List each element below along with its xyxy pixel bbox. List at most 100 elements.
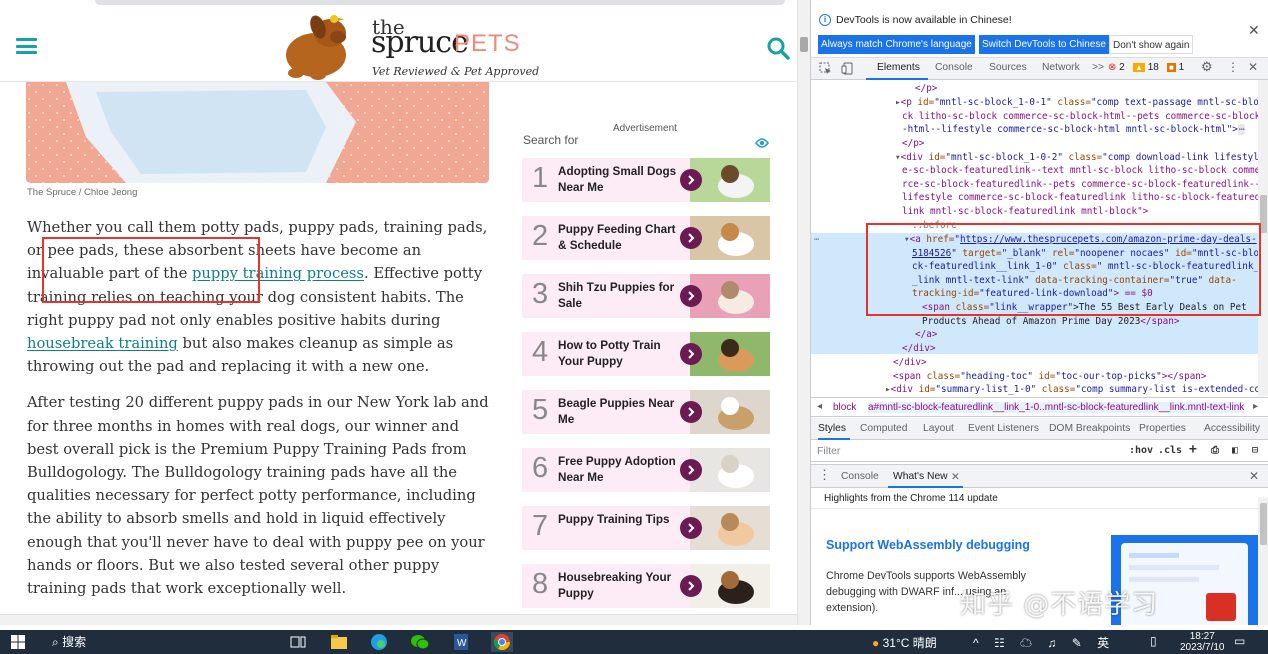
search-result-card[interactable]: 6 Free Puppy Adoption Near Me [522, 448, 770, 492]
tab-sources[interactable]: Sources [989, 62, 1027, 73]
error-count[interactable]: ⊗ 2 [1108, 62, 1125, 73]
file-explorer-icon[interactable] [328, 632, 350, 652]
tab-styles[interactable]: Styles [818, 423, 846, 434]
kebab-menu-icon[interactable]: ⋮ [1227, 60, 1239, 74]
paint-icon[interactable]: ⎙ [1211, 445, 1219, 456]
drawer-tab-console[interactable]: Console [841, 471, 879, 482]
search-result-card[interactable]: 7 Puppy Training Tips [522, 506, 770, 550]
tab-network[interactable]: Network [1042, 62, 1080, 73]
chevron-right-icon[interactable] [680, 343, 702, 365]
chevron-right-icon[interactable] [680, 517, 702, 539]
tab-event-listeners[interactable]: Event Listeners [968, 423, 1039, 434]
drawer-tab-whats-new[interactable]: What's New [893, 471, 948, 482]
breadcrumb-left-arrow-icon[interactable]: ◂ [817, 401, 822, 412]
styles-subtabs: Styles Computed Layout Event Listeners D… [811, 418, 1268, 440]
horizontal-scrollbar[interactable] [0, 614, 797, 625]
inspect-element-icon[interactable] [819, 62, 832, 75]
search-result-card[interactable]: 2 Puppy Feeding Chart & Schedule [522, 216, 770, 260]
switch-chinese-button[interactable]: Switch DevTools to Chinese [979, 35, 1109, 54]
weather-widget[interactable]: ● 31°C 晴朗 [872, 634, 937, 651]
dom-line[interactable]: </div> [902, 342, 936, 356]
chevron-right-icon[interactable] [680, 227, 702, 249]
element-layout-icon[interactable]: ⊟ [1252, 445, 1258, 456]
search-result-card[interactable]: 5 Beagle Puppies Near Me [522, 390, 770, 434]
notification-icon[interactable]: ▯ [1150, 634, 1157, 648]
issues-count[interactable]: ■ 1 [1167, 62, 1184, 73]
ad-choices-icon[interactable] [755, 137, 769, 149]
collapsed-content-button[interactable]: ⋯ [1237, 124, 1246, 135]
dom-line[interactable]: ▸<p id="mntl-sc-block_1-0-1" class="comp… [895, 96, 1258, 110]
warning-count[interactable]: ▲ 18 [1133, 62, 1159, 73]
clock[interactable]: 18:27 2023/7/10 [1180, 631, 1225, 653]
card-label: Adopting Small Dogs Near Me [558, 165, 677, 194]
drawer-menu-icon[interactable]: ⋮ [818, 467, 831, 483]
active-drawer-tab-indicator [888, 486, 963, 488]
dom-line[interactable]: ▸<div id="summary-list_1-0" class="comp … [885, 383, 1258, 396]
site-logo[interactable]: the spruce PETS Vet Reviewed & Pet Appro… [268, 11, 539, 83]
search-result-card[interactable]: 1 Adopting Small Dogs Near Me [522, 158, 770, 202]
device-toolbar-icon[interactable] [841, 62, 854, 75]
dom-line[interactable]: </div> [893, 356, 927, 370]
filter-input[interactable]: Filter [817, 445, 840, 457]
close-tab-icon[interactable]: ✕ [951, 471, 960, 483]
tab-properties[interactable]: Properties [1139, 423, 1186, 434]
action-center-icon[interactable]: ▭ [1234, 634, 1245, 648]
hov-toggle[interactable]: :hov [1129, 445, 1153, 456]
annotation-highlight-box [42, 237, 260, 303]
search-result-card[interactable]: 8 Housebreaking Your Puppy [522, 564, 770, 608]
system-tray-icons[interactable]: ^ ☷ ☁ ♫ ✎ 英 [973, 634, 1115, 651]
chevron-right-icon[interactable] [680, 575, 702, 597]
settings-gear-icon[interactable]: ⚙ [1201, 59, 1213, 75]
breadcrumb-item[interactable]: block [833, 402, 856, 413]
tab-layout[interactable]: Layout [923, 423, 954, 434]
cls-toggle[interactable]: .cls [1158, 445, 1182, 456]
search-icon[interactable] [766, 36, 790, 60]
search-result-card[interactable]: 4 How to Potty Train Your Puppy [522, 332, 770, 376]
scrollbar-thumb[interactable] [1260, 195, 1267, 233]
close-drawer-icon[interactable]: ✕ [1249, 469, 1259, 483]
chevron-right-icon[interactable] [680, 459, 702, 481]
scrollbar-thumb[interactable] [1260, 503, 1267, 545]
dom-line[interactable]: </p> [902, 137, 924, 151]
card-thumbnail [690, 564, 770, 608]
tab-dom-breakpoints[interactable]: DOM Breakpoints [1049, 423, 1130, 434]
whats-new-title[interactable]: Support WebAssembly debugging [826, 538, 1030, 552]
breadcrumb-item-active[interactable]: a#mntl-sc-block-featuredlink__link_1-0..… [868, 402, 1245, 413]
more-tabs-button[interactable]: >> [1092, 62, 1104, 73]
link-housebreak-training[interactable]: housebreak training [27, 335, 178, 352]
dom-line: ck litho-sc-block commerce-sc-block-html… [902, 111, 1258, 122]
taskbar-search[interactable]: ⌕ 搜索 [52, 633, 86, 650]
chevron-right-icon[interactable] [680, 401, 702, 423]
tab-console[interactable]: Console [935, 62, 973, 73]
dom-line[interactable]: <span class="heading-toc" id="toc-our-to… [893, 370, 1206, 384]
scrollbar-thumb[interactable] [800, 37, 808, 52]
close-devtools-icon[interactable]: ✕ [1248, 60, 1258, 74]
tab-accessibility[interactable]: Accessibility [1204, 423, 1260, 434]
menu-icon[interactable] [16, 38, 37, 54]
windows-start-icon[interactable] [11, 635, 25, 649]
add-rule-icon[interactable]: + [1189, 442, 1197, 457]
chevron-right-icon[interactable] [680, 285, 702, 307]
wechat-icon[interactable] [409, 632, 431, 652]
chevron-right-icon[interactable] [680, 169, 702, 191]
dom-attr: class= [1062, 152, 1103, 163]
word-icon[interactable]: W [450, 632, 472, 652]
dom-line[interactable]: </a> [915, 328, 937, 342]
match-language-button[interactable]: Always match Chrome's language [818, 35, 975, 54]
tab-elements[interactable]: Elements [877, 62, 920, 73]
close-icon[interactable]: ✕ [1248, 22, 1260, 39]
edge-browser-icon[interactable] [368, 632, 390, 652]
page-scrollbar[interactable] [797, 0, 810, 625]
tab-computed[interactable]: Computed [860, 423, 908, 434]
task-view-icon[interactable] [287, 632, 309, 652]
node-ellipsis[interactable]: ⋯ [814, 234, 819, 248]
whats-new-scrollbar[interactable] [1258, 497, 1268, 625]
chrome-icon[interactable] [491, 632, 513, 652]
dom-line[interactable]: ▾<div id="mntl-sc-block_1-0-2" class="co… [895, 151, 1258, 165]
breadcrumb-right-arrow-icon[interactable]: ▸ [1253, 401, 1258, 412]
dom-val: "mntl-sc-block_1-0-2" [945, 152, 1063, 163]
search-result-card[interactable]: 3 Shih Tzu Puppies for Sale [522, 274, 770, 318]
dom-line[interactable]: </p> [915, 82, 937, 96]
dont-show-again-button[interactable]: Don't show again [1109, 35, 1194, 54]
sidebar-toggle-icon[interactable]: ◧ [1232, 445, 1238, 456]
